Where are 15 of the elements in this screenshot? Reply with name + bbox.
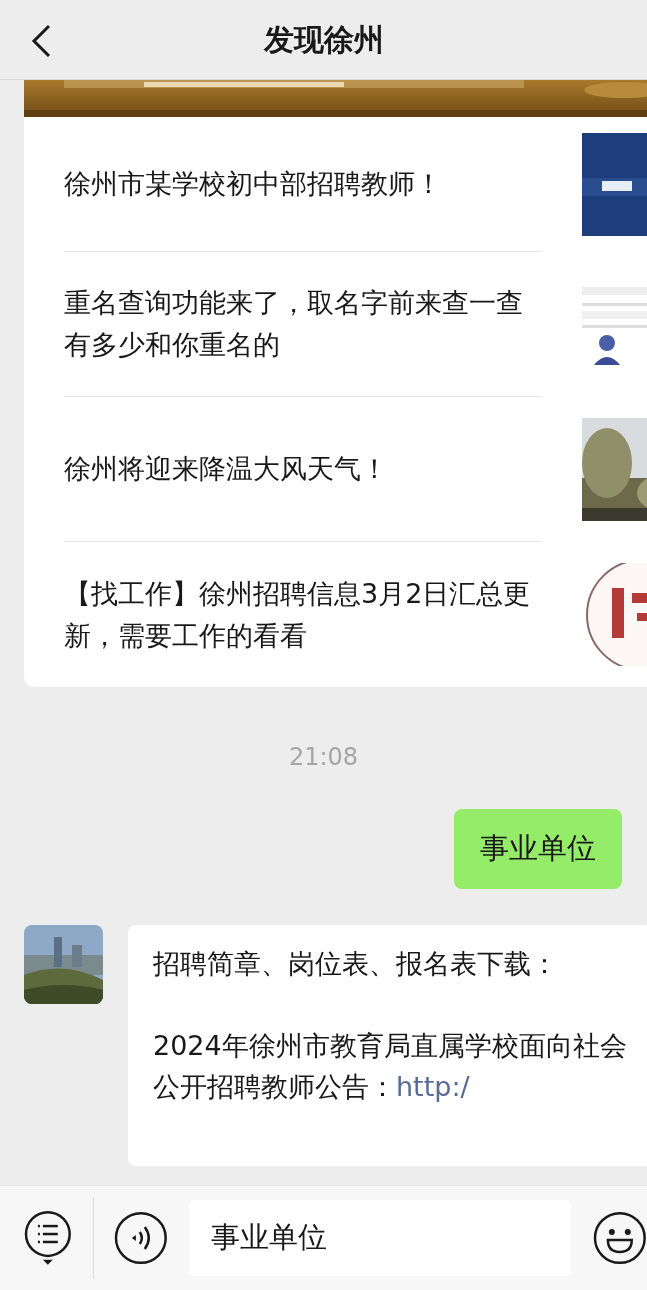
back-icon[interactable]: [30, 24, 52, 58]
sent-message: 事业单位: [454, 809, 622, 889]
chat-title: 发现徐州: [263, 21, 384, 59]
message-input[interactable]: 事业单位: [189, 1200, 572, 1276]
message-text: 2024年徐州市教育局直属学校面向社会公开招聘教师公告：http:/: [153, 1028, 628, 1104]
emoji-icon[interactable]: [593, 1211, 647, 1265]
timestamp: 21:08: [287, 742, 360, 773]
message-link[interactable]: http:/: [396, 1070, 470, 1102]
article-title[interactable]: 徐州将迎来降温大风天气！: [64, 448, 388, 490]
article-title[interactable]: 重名查询功能来了，取名字前来查一查有多少和你重名的: [64, 282, 542, 366]
article-title[interactable]: 【找工作】徐州招聘信息3月2日汇总更新，需要工作的看看: [64, 572, 542, 657]
message-text: 招聘简章、岗位表、报名表下载：: [153, 946, 559, 981]
menu-icon[interactable]: [23, 1209, 73, 1267]
article-title[interactable]: 徐州市某学校初中部招聘教师！: [64, 163, 442, 205]
voice-icon[interactable]: [113, 1211, 168, 1265]
